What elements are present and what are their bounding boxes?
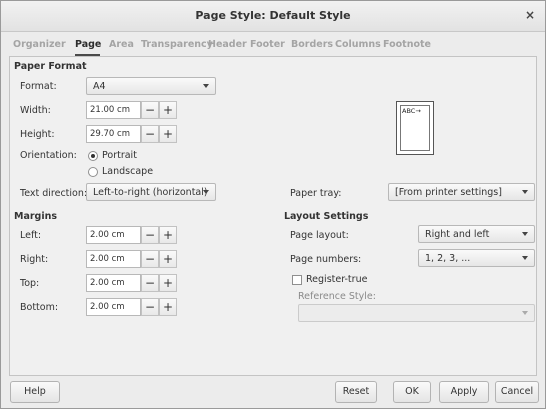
right-margin-input[interactable] <box>86 250 141 268</box>
layout-settings-heading: Layout Settings <box>284 211 369 222</box>
close-icon[interactable]: × <box>525 8 535 22</box>
top-margin-decrement-button[interactable]: − <box>141 274 159 292</box>
left-margin-increment-button[interactable]: + <box>159 226 177 244</box>
tab-transparency[interactable]: Transparency <box>141 39 213 50</box>
height-spinbox: − + <box>86 125 181 143</box>
chevron-down-icon <box>203 84 209 88</box>
page-tab-panel: Paper Format Format: A4 Width: − + Heigh… <box>9 56 537 376</box>
format-label: Format: <box>20 81 57 92</box>
height-increment-button[interactable]: + <box>159 125 177 143</box>
tab-area[interactable]: Area <box>109 39 134 50</box>
width-spinbox: − + <box>86 101 181 119</box>
tab-footer[interactable]: Footer <box>250 39 285 50</box>
tab-footnote[interactable]: Footnote <box>383 39 431 50</box>
apply-button[interactable]: Apply <box>439 381 489 403</box>
right-margin-spinbox: − + <box>86 250 181 268</box>
right-margin-increment-button[interactable]: + <box>159 250 177 268</box>
top-margin-spinbox: − + <box>86 274 181 292</box>
chevron-down-icon <box>203 190 209 194</box>
left-margin-label: Left: <box>20 230 42 241</box>
cancel-button[interactable]: Cancel <box>495 381 539 403</box>
tab-bar: Organizer Page Area Transparency Header … <box>9 35 537 56</box>
chevron-down-icon <box>522 190 528 194</box>
portrait-label[interactable]: Portrait <box>102 150 137 161</box>
page-layout-dropdown[interactable]: Right and left <box>418 225 535 243</box>
height-input[interactable] <box>86 125 141 143</box>
bottom-margin-label: Bottom: <box>20 302 59 313</box>
height-label: Height: <box>20 129 55 140</box>
tab-page[interactable]: Page <box>75 39 101 50</box>
paper-format-heading: Paper Format <box>14 61 87 72</box>
ok-button[interactable]: OK <box>393 381 431 403</box>
tab-borders[interactable]: Borders <box>291 39 333 50</box>
top-margin-input[interactable] <box>86 274 141 292</box>
reference-style-dropdown[interactable] <box>298 304 535 322</box>
page-numbers-dropdown[interactable]: 1, 2, 3, ... <box>418 249 535 267</box>
paper-tray-value: [From printer settings] <box>395 187 502 198</box>
chevron-down-icon <box>522 311 528 315</box>
text-direction-label: Text direction: <box>20 188 88 199</box>
page-numbers-label: Page numbers: <box>290 254 362 265</box>
height-decrement-button[interactable]: − <box>141 125 159 143</box>
width-decrement-button[interactable]: − <box>141 101 159 119</box>
page-numbers-value: 1, 2, 3, ... <box>425 253 471 264</box>
help-button[interactable]: Help <box>10 381 60 403</box>
bottom-margin-input[interactable] <box>86 298 141 316</box>
page-layout-label: Page layout: <box>290 230 349 241</box>
tab-columns[interactable]: Columns <box>335 39 381 50</box>
text-direction-dropdown[interactable]: Left-to-right (horizontal) <box>86 183 216 201</box>
width-increment-button[interactable]: + <box>159 101 177 119</box>
landscape-radio[interactable] <box>88 167 98 177</box>
title-bar: Page Style: Default Style × <box>1 1 545 32</box>
left-margin-input[interactable] <box>86 226 141 244</box>
left-margin-spinbox: − + <box>86 226 181 244</box>
portrait-radio[interactable] <box>88 151 98 161</box>
paper-tray-dropdown[interactable]: [From printer settings] <box>388 183 535 201</box>
right-margin-decrement-button[interactable]: − <box>141 250 159 268</box>
reset-button[interactable]: Reset <box>335 381 377 403</box>
margins-heading: Margins <box>14 211 58 222</box>
bottom-margin-increment-button[interactable]: + <box>159 298 177 316</box>
page-style-dialog: Page Style: Default Style × Organizer Pa… <box>0 0 546 409</box>
left-margin-decrement-button[interactable]: − <box>141 226 159 244</box>
bottom-margin-decrement-button[interactable]: − <box>141 298 159 316</box>
landscape-label[interactable]: Landscape <box>102 166 153 177</box>
page-preview-text: ABC→ <box>400 105 430 151</box>
register-true-checkbox[interactable] <box>292 275 302 285</box>
dialog-title: Page Style: Default Style <box>195 9 351 22</box>
orientation-label: Orientation: <box>20 150 77 161</box>
tab-organizer[interactable]: Organizer <box>13 39 66 50</box>
width-label: Width: <box>20 105 51 116</box>
right-margin-label: Right: <box>20 254 49 265</box>
page-preview: ABC→ <box>396 101 434 155</box>
reference-style-label: Reference Style: <box>298 291 376 302</box>
chevron-down-icon <box>522 232 528 236</box>
paper-tray-label: Paper tray: <box>290 188 342 199</box>
text-direction-value: Left-to-right (horizontal) <box>93 187 208 198</box>
register-true-label[interactable]: Register-true <box>306 274 367 285</box>
top-margin-increment-button[interactable]: + <box>159 274 177 292</box>
tab-header[interactable]: Header <box>208 39 247 50</box>
bottom-margin-spinbox: − + <box>86 298 181 316</box>
top-margin-label: Top: <box>20 278 40 289</box>
format-value: A4 <box>93 81 106 92</box>
format-dropdown[interactable]: A4 <box>86 77 216 95</box>
width-input[interactable] <box>86 101 141 119</box>
chevron-down-icon <box>522 256 528 260</box>
page-layout-value: Right and left <box>425 229 490 240</box>
